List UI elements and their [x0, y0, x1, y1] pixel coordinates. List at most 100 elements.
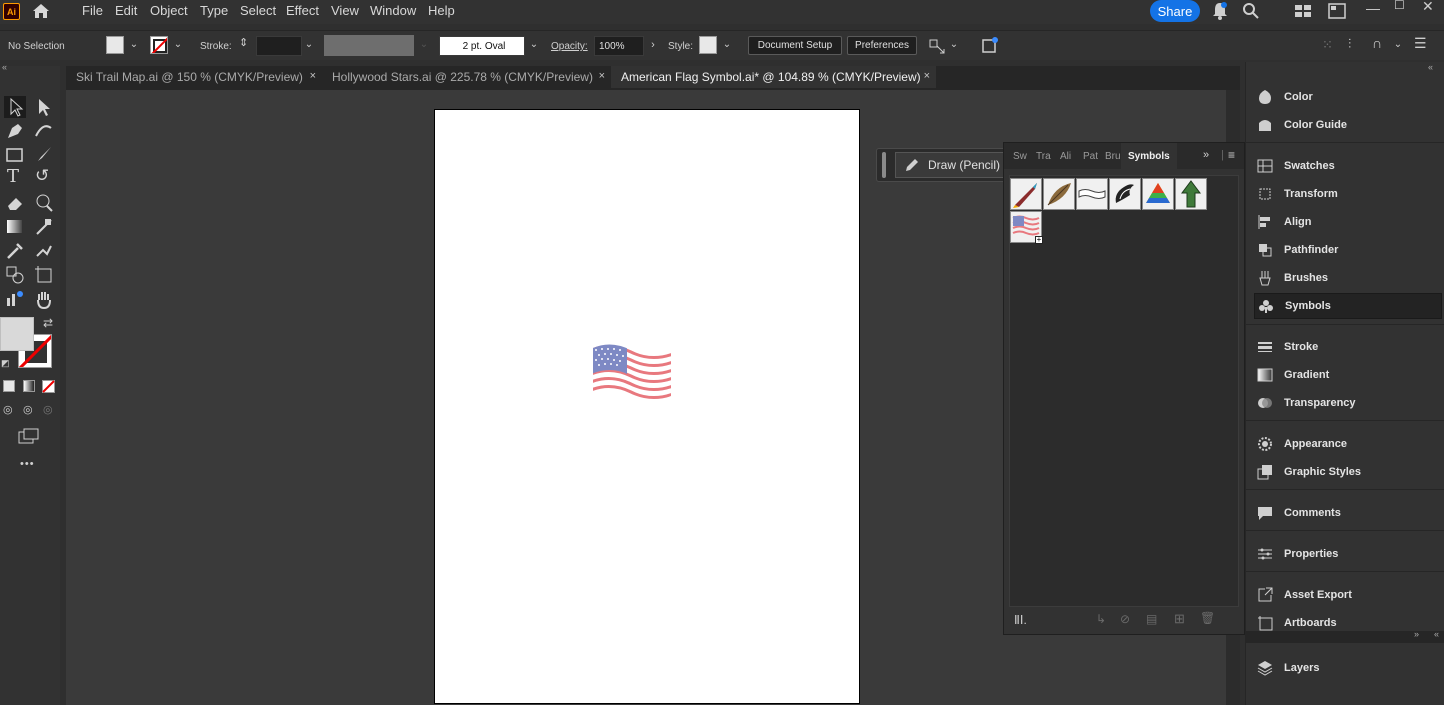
menu-help[interactable]: Help — [428, 3, 455, 18]
warp-tool-icon[interactable] — [33, 192, 55, 214]
search-icon[interactable] — [1242, 2, 1260, 20]
break-link-icon[interactable]: ⊘ — [1120, 612, 1130, 626]
symbol-libraries-icon[interactable]: ⅡⅠ. — [1014, 613, 1027, 627]
symbol-options-icon[interactable]: ▤ — [1146, 612, 1157, 626]
collapse-icon[interactable]: « — [1434, 629, 1439, 639]
chevron-right-icon[interactable]: › — [647, 39, 659, 51]
close-tab-icon[interactable]: × — [924, 70, 930, 82]
panel-asset-export[interactable]: Asset Export — [1254, 582, 1442, 608]
color-mode-icon[interactable] — [3, 380, 15, 392]
rotate-tool-icon[interactable]: ↺ — [35, 166, 57, 188]
menu-type[interactable]: Type — [200, 3, 228, 18]
menu-icon[interactable]: ☰ — [1414, 35, 1427, 52]
stroke-swatch[interactable] — [150, 36, 168, 54]
default-colors-icon[interactable]: ◩ — [1, 358, 10, 369]
chevron-down-icon[interactable]: ⌄ — [172, 39, 184, 51]
panel-stroke[interactable]: Stroke — [1254, 334, 1442, 360]
place-symbol-icon[interactable]: ↳ — [1096, 612, 1106, 626]
chevron-down-icon[interactable]: ⌄ — [528, 39, 540, 51]
close-tab-icon[interactable]: × — [310, 70, 316, 82]
tab-american-flag-symbol[interactable]: American Flag Symbol.ai* @ 104.89 % (CMY… — [611, 66, 936, 88]
delete-symbol-icon[interactable]: 🗑 — [1200, 611, 1215, 625]
opacity-label[interactable]: Opacity: — [551, 41, 588, 52]
panel-gradient[interactable]: Gradient — [1254, 362, 1442, 388]
panel-brushes[interactable]: Brushes — [1254, 265, 1442, 291]
menu-edit[interactable]: Edit — [115, 3, 137, 18]
graph-tool-icon[interactable] — [4, 288, 26, 310]
pyramid-symbol[interactable] — [1142, 178, 1174, 210]
chevron-down-icon[interactable]: ⌄ — [1392, 39, 1404, 51]
draw-mode-button[interactable]: Draw (Pencil) — [895, 152, 1005, 178]
selection-tool-icon[interactable] — [5, 96, 27, 118]
menu-effect[interactable]: Effect — [286, 3, 319, 18]
menu-view[interactable]: View — [331, 3, 359, 18]
tab-pathfinder[interactable]: Pat — [1083, 143, 1098, 169]
menu-select[interactable]: Select — [240, 3, 276, 18]
arrow-up-symbol[interactable] — [1175, 178, 1207, 210]
panel-color[interactable]: Color — [1254, 84, 1442, 110]
eyedropper-tool-icon[interactable] — [4, 240, 26, 262]
opacity-input[interactable]: 100% — [594, 36, 644, 56]
tab-swatches[interactable]: Sw — [1013, 143, 1027, 169]
edit-toolbar-icon[interactable]: ••• — [20, 458, 35, 470]
snap-icon[interactable]: ∩ — [1372, 35, 1382, 51]
variable-width-profile[interactable] — [324, 35, 414, 56]
panel-pathfinder[interactable]: Pathfinder — [1254, 237, 1442, 263]
drag-handle[interactable] — [882, 152, 886, 178]
minimize-icon[interactable]: — — [1366, 0, 1380, 16]
chevron-down-icon[interactable]: ⌄ — [128, 39, 140, 51]
chevron-down-icon[interactable]: ⌄ — [303, 39, 315, 51]
tab-symbols[interactable]: Symbols — [1121, 143, 1177, 169]
home-icon[interactable] — [32, 3, 50, 19]
panel-color-guide[interactable]: Color Guide — [1254, 112, 1442, 138]
menu-file[interactable]: File — [82, 3, 103, 18]
panel-layers[interactable]: Layers — [1254, 655, 1442, 681]
draw-mode-widget[interactable]: Draw (Pencil) — [876, 148, 1006, 182]
panel-graphic-styles[interactable]: Graphic Styles — [1254, 459, 1442, 485]
draw-behind-icon[interactable]: ◎ — [23, 403, 33, 416]
grid-icon[interactable]: ⁙ — [1322, 37, 1333, 53]
eraser-tool-icon[interactable] — [4, 192, 26, 214]
panel-appearance[interactable]: Appearance — [1254, 431, 1442, 457]
panel-transform[interactable]: Transform — [1254, 181, 1442, 207]
close-tab-icon[interactable]: × — [599, 70, 605, 82]
menu-object[interactable]: Object — [150, 3, 188, 18]
workspace-switcher-icon[interactable] — [1294, 4, 1312, 18]
curvature-tool-icon[interactable] — [33, 120, 55, 142]
collapse-icon[interactable]: « — [1428, 62, 1433, 72]
stroke-stepper-icon[interactable]: ⇕ — [239, 36, 248, 49]
feather-symbol[interactable] — [1043, 178, 1075, 210]
tab-hollywood-stars[interactable]: Hollywood Stars.ai @ 225.78 % (CMYK/Prev… — [322, 66, 611, 88]
banner-symbol[interactable] — [1076, 178, 1108, 210]
shape-builder-tool-icon[interactable] — [4, 264, 26, 286]
stroke-weight-input[interactable] — [256, 36, 302, 56]
expand-icon[interactable]: » — [1414, 629, 1419, 639]
panel-properties[interactable]: Properties — [1254, 541, 1442, 567]
align-pixel-icon[interactable]: ⫶ — [1348, 36, 1351, 52]
collapse-icon[interactable]: « — [2, 62, 7, 72]
artboard[interactable] — [434, 109, 860, 704]
gradient-tool-icon[interactable] — [4, 216, 26, 238]
recolor-icon[interactable] — [980, 35, 1000, 55]
maximize-icon[interactable]: ☐ — [1394, 0, 1405, 12]
screen-mode-icon[interactable] — [18, 428, 40, 444]
panel-align[interactable]: Align — [1254, 209, 1442, 235]
graphic-style-swatch[interactable] — [699, 36, 717, 54]
gradient-mode-icon[interactable] — [23, 380, 35, 392]
swap-colors-icon[interactable]: ⇄ — [43, 316, 53, 330]
share-button[interactable]: Share — [1150, 0, 1200, 22]
expand-icon[interactable]: » — [1203, 149, 1209, 161]
none-mode-icon[interactable] — [42, 380, 55, 393]
draw-inside-icon[interactable]: ◎ — [43, 403, 53, 416]
rectangle-tool-icon[interactable] — [4, 144, 26, 166]
rocket-symbol[interactable] — [1010, 178, 1042, 210]
blend-tool-icon[interactable] — [33, 216, 55, 238]
hand-tool-icon[interactable] — [33, 288, 55, 310]
panel-comments[interactable]: Comments — [1254, 500, 1442, 526]
pen-tool-icon[interactable] — [4, 120, 26, 142]
ornament-symbol[interactable] — [1109, 178, 1141, 210]
type-tool-icon[interactable]: T — [7, 166, 29, 188]
align-to-icon[interactable] — [928, 37, 946, 55]
brush-definition[interactable]: 2 pt. Oval — [439, 36, 525, 56]
close-window-icon[interactable]: ✕ — [1422, 0, 1434, 15]
